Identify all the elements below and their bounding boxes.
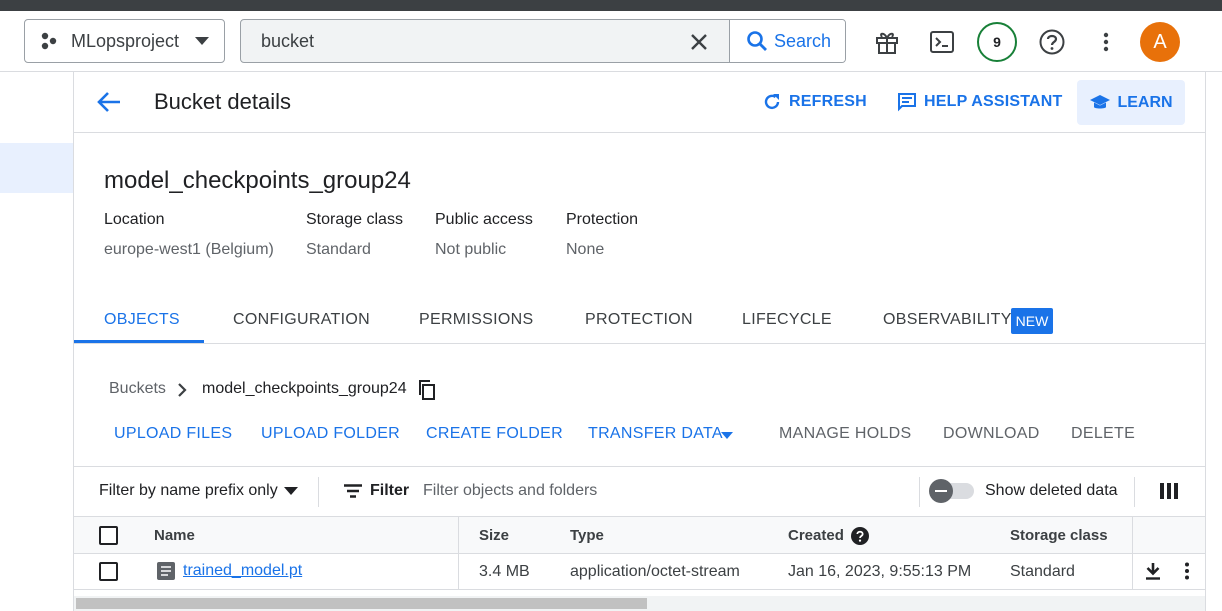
column-header-type[interactable]: Type (570, 527, 604, 544)
chat-icon (898, 93, 916, 112)
show-deleted-label: Show deleted data (985, 482, 1118, 499)
divider (318, 477, 319, 507)
object-size: 3.4 MB (479, 563, 530, 580)
top-header: MLopsproject Search 9 A (0, 11, 1222, 72)
location-label: Location (104, 211, 165, 228)
row-checkbox[interactable] (99, 562, 118, 581)
object-name-link[interactable]: trained_model.pt (183, 562, 302, 580)
divider (919, 477, 920, 507)
search-button-label: Search (773, 30, 832, 51)
transfer-data-button[interactable]: TRANSFER DATA (588, 425, 723, 443)
project-picker[interactable]: MLopsproject (24, 19, 225, 63)
column-header-size[interactable]: Size (479, 527, 509, 544)
page-title: Bucket details (154, 89, 291, 114)
column-display-icon[interactable] (1160, 483, 1178, 499)
bucket-name-heading: model_checkpoints_group24 (104, 167, 411, 194)
more-vert-icon[interactable] (1092, 28, 1120, 56)
object-type: application/octet-stream (570, 563, 740, 580)
download-button[interactable]: DOWNLOAD (943, 425, 1040, 443)
help-assistant-button[interactable]: HELP ASSISTANT (897, 89, 1063, 115)
refresh-icon (764, 94, 780, 110)
gift-icon[interactable] (873, 28, 901, 56)
object-storage-class: Standard (1010, 563, 1075, 580)
learn-label: LEARN (1117, 93, 1173, 111)
public-access-label: Public access (435, 211, 533, 228)
tab-permissions[interactable]: PERMISSIONS (419, 311, 533, 329)
column-header-name[interactable]: Name (154, 527, 195, 544)
caret-down-icon (283, 487, 298, 495)
close-icon[interactable] (685, 30, 713, 54)
prefix-filter-label: Filter by name prefix only (99, 482, 278, 499)
back-arrow-icon[interactable] (95, 90, 123, 114)
school-icon (1090, 94, 1111, 108)
refresh-label: REFRESH (789, 93, 867, 110)
chevron-down-icon (195, 37, 209, 45)
filter-label: Filter (370, 482, 410, 499)
tab-protection[interactable]: PROTECTION (585, 311, 693, 329)
manage-holds-button[interactable]: MANAGE HOLDS (779, 425, 912, 443)
search-box: Search (240, 19, 846, 63)
breadcrumb-current: model_checkpoints_group24 (202, 380, 407, 397)
project-dots-icon (41, 32, 57, 50)
more-vert-icon[interactable] (1184, 562, 1190, 580)
top-strip (0, 0, 1222, 11)
protection-value: None (566, 241, 605, 258)
breadcrumb-buckets[interactable]: Buckets (109, 380, 166, 398)
divider (74, 343, 1205, 344)
project-name: MLopsproject (71, 30, 180, 51)
upload-files-button[interactable]: UPLOAD FILES (114, 425, 232, 443)
storage-class-label: Storage class (306, 211, 403, 228)
tab-objects[interactable]: OBJECTS (104, 311, 180, 329)
delete-button[interactable]: DELETE (1071, 425, 1135, 443)
caret-down-icon[interactable] (721, 432, 733, 439)
protection-label: Protection (566, 211, 639, 228)
horizontal-scrollbar-thumb[interactable] (76, 598, 647, 609)
refresh-button[interactable]: REFRESH (762, 89, 867, 115)
filter-input[interactable] (423, 478, 903, 504)
search-icon (747, 31, 767, 51)
vertical-scrollbar[interactable] (1206, 72, 1222, 611)
location-value: europe-west1 (Belgium) (104, 241, 274, 258)
storage-class-value: Standard (306, 241, 371, 258)
download-icon[interactable] (1144, 562, 1162, 580)
new-badge: NEW (1011, 308, 1053, 334)
left-nav-active-item[interactable] (0, 143, 73, 193)
chevron-right-icon (178, 383, 187, 397)
column-header-storage-class[interactable]: Storage class (1010, 527, 1108, 544)
copy-icon[interactable] (418, 380, 436, 400)
divider (74, 132, 1205, 133)
search-button[interactable]: Search (729, 20, 845, 62)
tab-observability[interactable]: OBSERVABILITY (883, 311, 1012, 329)
column-header-created[interactable]: Created (788, 527, 844, 544)
help-icon[interactable] (851, 527, 869, 545)
cloud-shell-icon[interactable] (928, 28, 956, 56)
prefix-filter-select[interactable]: Filter by name prefix only (99, 482, 298, 500)
select-all-checkbox[interactable] (99, 526, 118, 545)
file-icon (157, 562, 175, 580)
upload-folder-button[interactable]: UPLOAD FOLDER (261, 425, 400, 443)
object-created: Jan 16, 2023, 9:55:13 PM (788, 563, 972, 580)
tab-lifecycle[interactable]: LIFECYCLE (742, 311, 832, 329)
filter-icon (344, 484, 362, 498)
toggle-knob[interactable] (929, 479, 953, 503)
search-input[interactable] (241, 20, 681, 62)
help-icon[interactable] (1038, 28, 1066, 56)
notifications-badge[interactable]: 9 (977, 22, 1017, 62)
avatar[interactable]: A (1140, 22, 1180, 62)
public-access-value: Not public (435, 241, 507, 258)
learn-button[interactable]: LEARN (1077, 80, 1185, 125)
create-folder-button[interactable]: CREATE FOLDER (426, 425, 563, 443)
help-assistant-label: HELP ASSISTANT (924, 93, 1063, 110)
tab-configuration[interactable]: CONFIGURATION (233, 311, 370, 329)
divider (1134, 477, 1135, 507)
